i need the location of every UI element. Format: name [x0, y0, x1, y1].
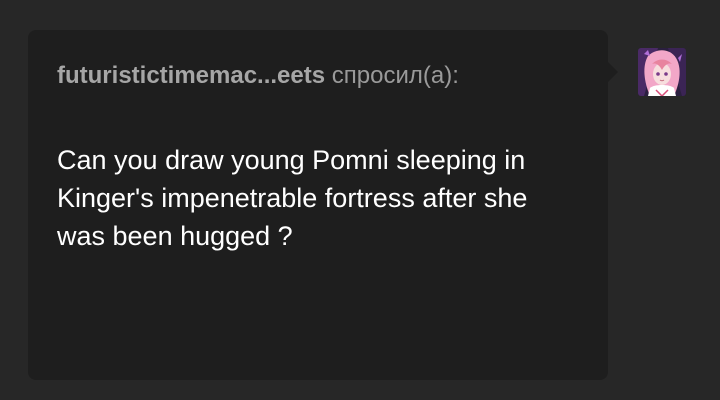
ask-header: futuristictimemac...eets спросил(а): [57, 61, 459, 91]
asker-name-link[interactable]: futuristictimemac...eets [57, 62, 325, 89]
avatar[interactable] [638, 48, 686, 96]
anime-character-avatar-icon [638, 48, 686, 96]
ask-post: futuristictimemac...eets спросил(а): Can… [0, 0, 720, 400]
speech-bubble-pointer [606, 60, 618, 84]
ask-card: futuristictimemac...eets спросил(а): Can… [28, 30, 608, 380]
question-text: Can you draw young Pomni sleeping in Kin… [57, 145, 528, 251]
asked-label: спросил(а): [331, 62, 459, 89]
